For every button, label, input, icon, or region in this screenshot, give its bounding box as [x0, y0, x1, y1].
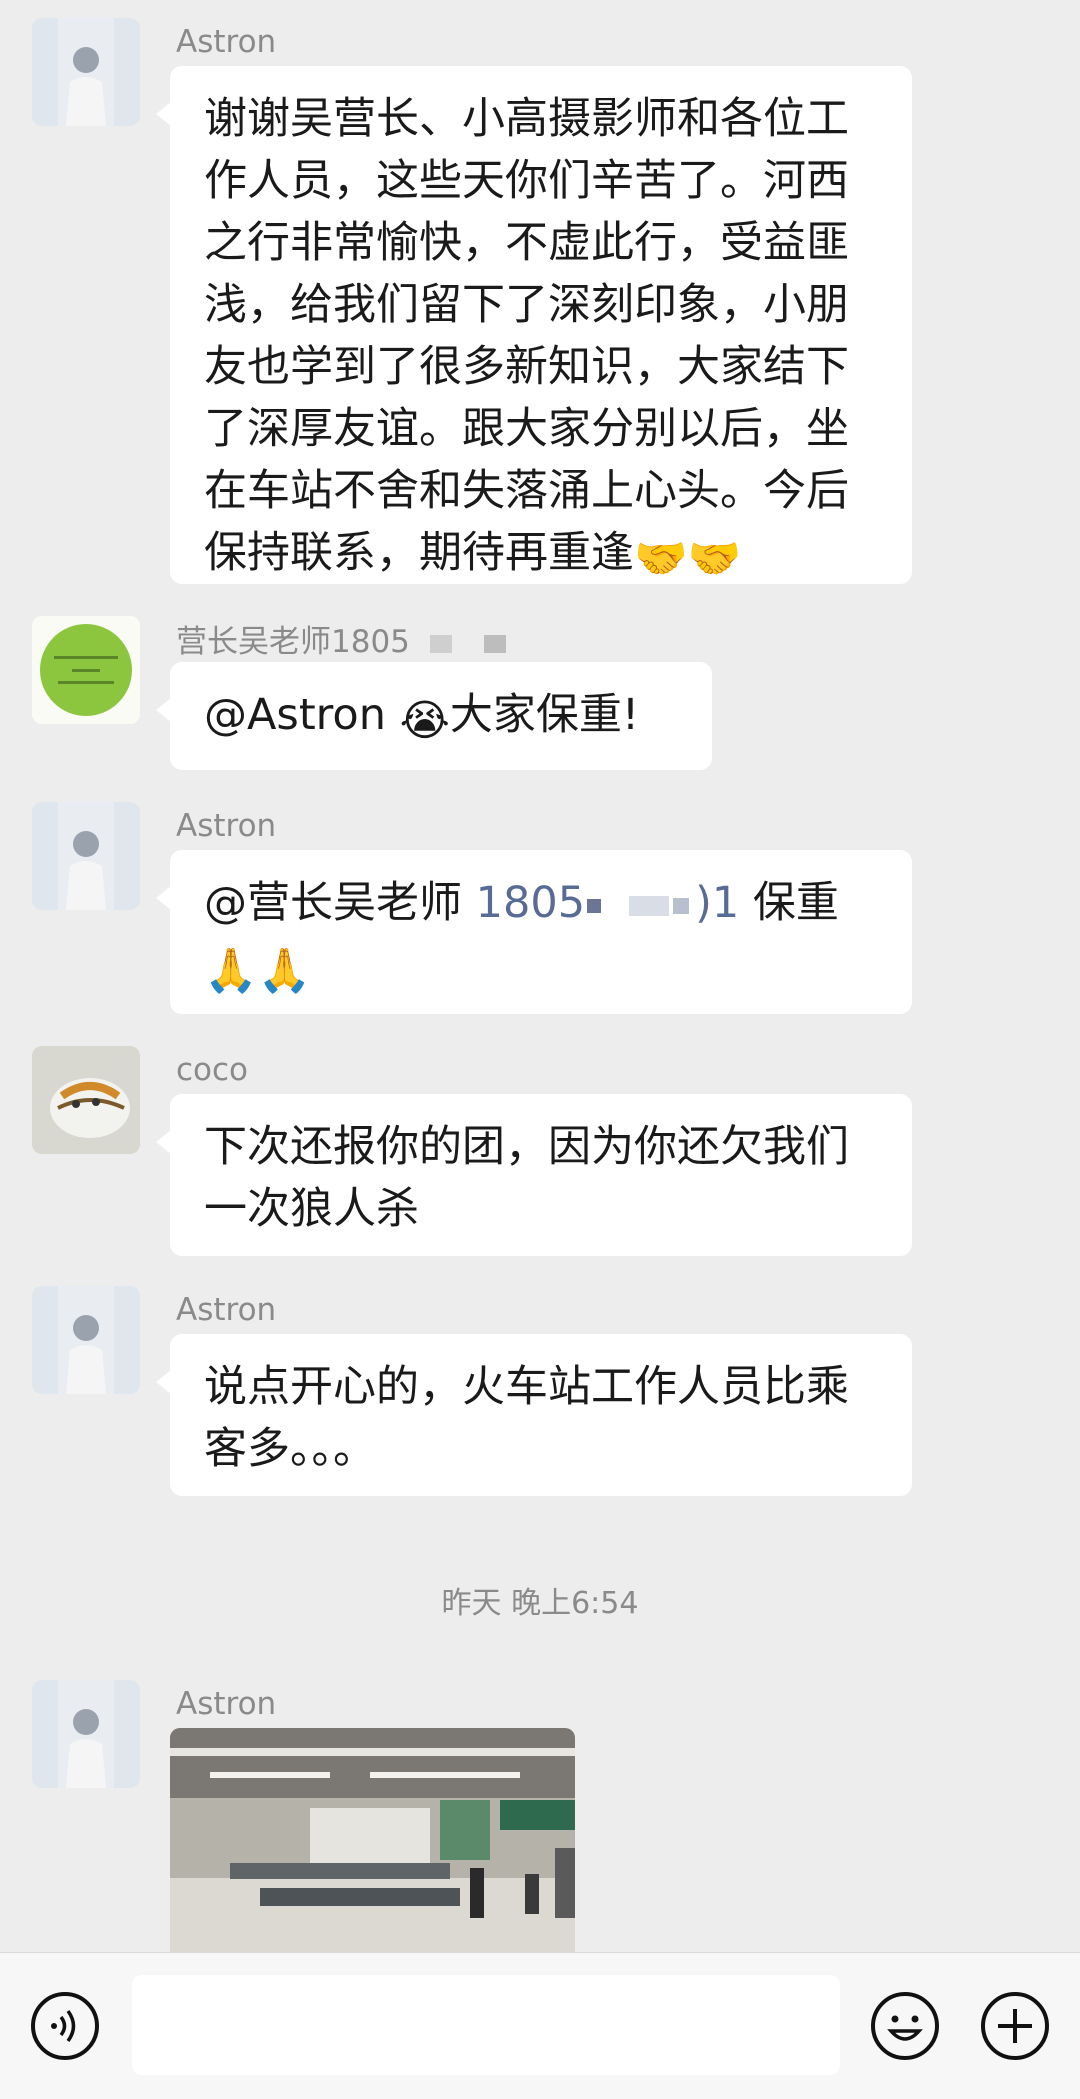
sender-name: Astron	[176, 808, 277, 844]
timestamp-divider: 昨天 晚上6:54	[441, 1586, 639, 1621]
avatar-astron[interactable]	[32, 18, 140, 126]
crying-emoji: 😭	[399, 696, 450, 746]
message-bubble[interactable]: 说点开心的，火车站工作人员比乘 客多。。。	[156, 1334, 912, 1496]
photo-message-train-station[interactable]	[170, 1728, 575, 1952]
message-text: 说点开心的，火车站工作人员比乘 客多。。。	[204, 1362, 849, 1474]
message-bubble[interactable]: @Astron 😭大家保重!	[156, 662, 712, 770]
redaction-block	[629, 895, 670, 916]
sender-name: Astron	[176, 1686, 277, 1722]
handshake-emoji: 🤝🤝	[634, 534, 742, 584]
input-toolbar	[0, 1952, 1080, 2099]
avatar-astron[interactable]	[32, 802, 140, 910]
chat-history[interactable]: Astron 谢谢吴营长、小高摄影师和各位工 作人员，这些天你们辛苦了。河西 之…	[0, 0, 1080, 1952]
redaction-block	[587, 898, 602, 913]
pray-emoji: 🙏🙏	[204, 946, 312, 996]
mention[interactable]: @Astron	[204, 690, 400, 740]
plus-icon[interactable]	[980, 1991, 1050, 2061]
phone-number-end[interactable]: )1	[695, 878, 739, 928]
voice-input-icon[interactable]	[30, 1991, 100, 2061]
message-bubble[interactable]: @营长吴老师 1805 )1 保重 🙏🙏	[156, 850, 912, 1014]
sender-name: 营长吴老师1805	[176, 622, 506, 662]
redaction-block	[673, 897, 690, 914]
avatar-coco[interactable]	[32, 1046, 140, 1154]
avatar-camp-leader[interactable]	[32, 616, 140, 724]
sender-name: Astron	[176, 24, 277, 60]
sender-name: coco	[176, 1052, 249, 1088]
avatar-astron[interactable]	[32, 1680, 140, 1788]
message-text: 保重	[739, 878, 839, 928]
message-input[interactable]	[132, 1975, 840, 2075]
message-text: 大家保重!	[449, 690, 640, 740]
emoji-icon[interactable]	[870, 1991, 940, 2061]
sender-name: Astron	[176, 1292, 277, 1328]
avatar-astron[interactable]	[32, 1286, 140, 1394]
message-bubble[interactable]: 谢谢吴营长、小高摄影师和各位工 作人员，这些天你们辛苦了。河西 之行非常愉快，不…	[156, 66, 912, 584]
mention[interactable]: @营长吴老师	[204, 878, 476, 928]
message-text: 谢谢吴营长、小高摄影师和各位工 作人员，这些天你们辛苦了。河西 之行非常愉快，不…	[204, 94, 849, 578]
message-bubble[interactable]: 下次还报你的团，因为你还欠我们 一次狼人杀	[156, 1094, 912, 1256]
message-text: 下次还报你的团，因为你还欠我们 一次狼人杀	[204, 1122, 849, 1234]
phone-number-start[interactable]: 1805	[476, 878, 585, 928]
